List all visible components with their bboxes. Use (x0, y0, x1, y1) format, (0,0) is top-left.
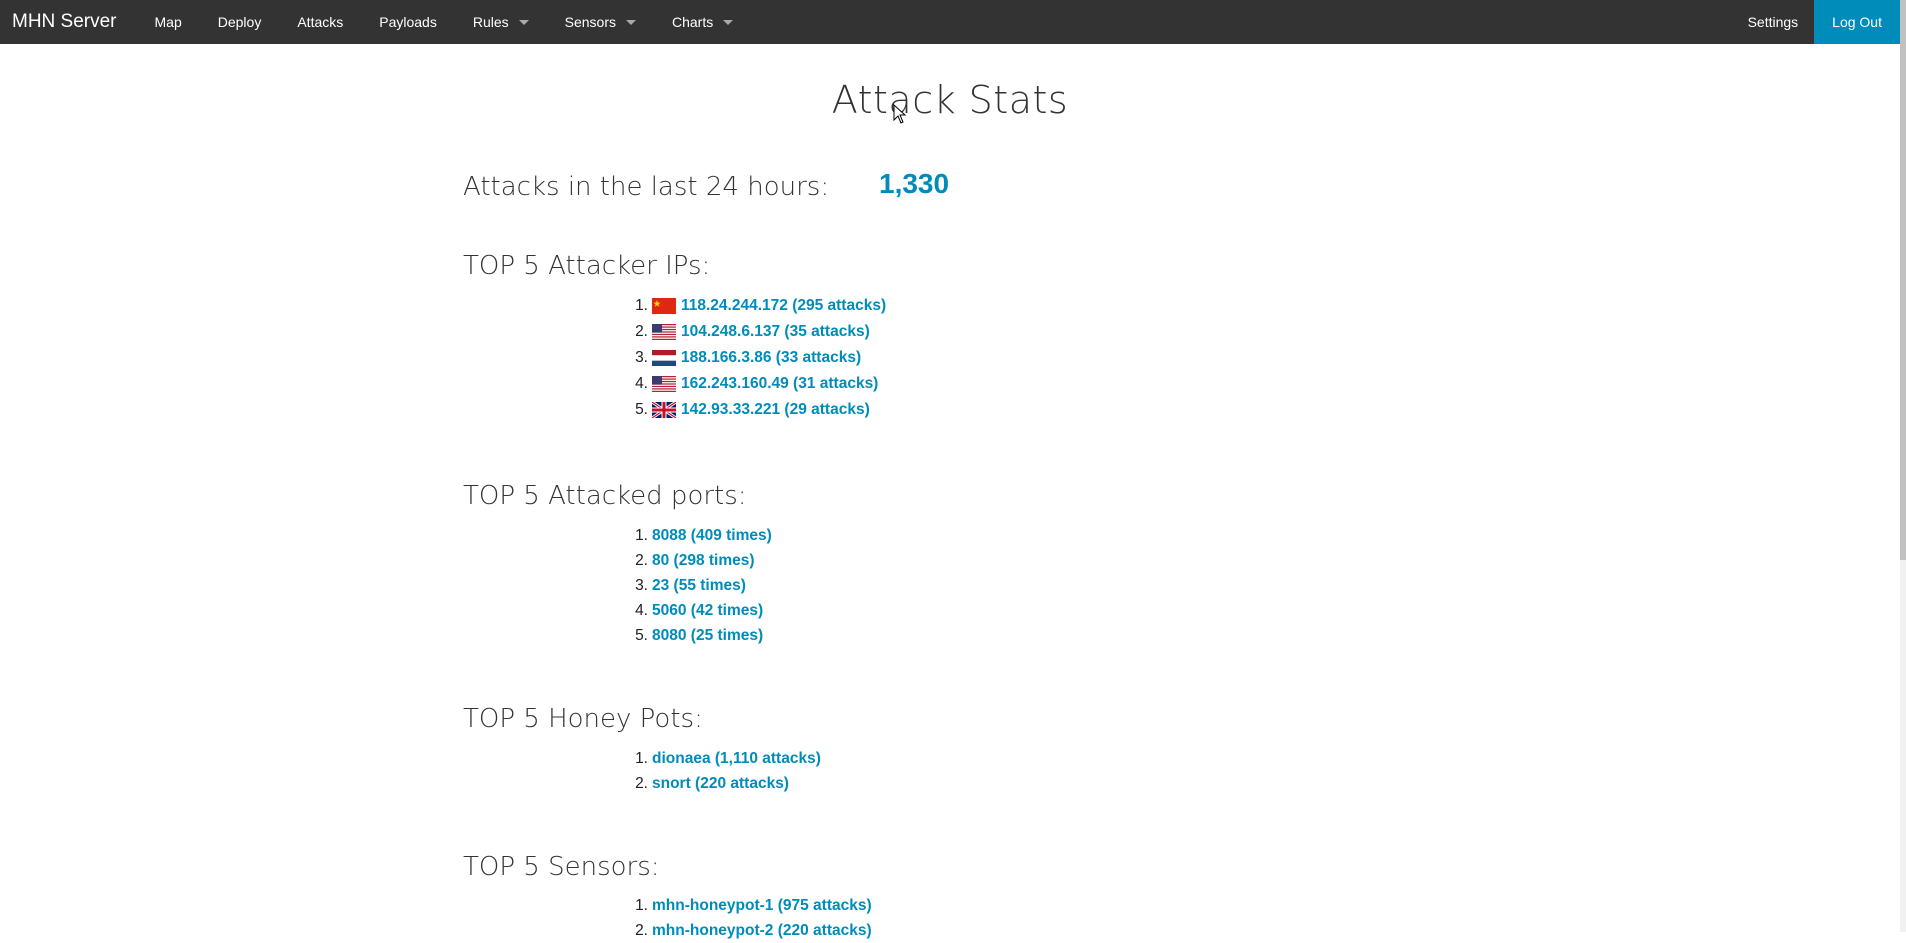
list-number: 2. (635, 774, 648, 792)
main-nav: Map Deploy Attacks Payloads Rules Sensor… (137, 0, 752, 44)
attacker-ip-link[interactable]: 118.24.244.172 (295 attacks) (681, 297, 886, 315)
us-flag-icon (652, 324, 676, 340)
list-number: 3. (635, 576, 648, 594)
list-number: 4. (635, 375, 648, 392)
nav-right: Settings Log Out (1732, 0, 1900, 44)
list-item: 3. 23 (55 times) (635, 573, 772, 598)
honeypot-link[interactable]: dionaea (1,110 attacks) (652, 750, 821, 768)
port-link[interactable]: 8080 (25 times) (652, 627, 763, 645)
list-item: 1. dionaea (1,110 attacks) (635, 746, 821, 771)
list-number: 1. (635, 896, 648, 914)
list-item: 3. 188.166.3.86 (33 attacks) (635, 345, 886, 371)
list-item: 2. 80 (298 times) (635, 548, 772, 573)
caret-down-icon (723, 19, 734, 25)
list-number: 2. (635, 921, 648, 939)
caret-down-icon (626, 19, 636, 25)
attacker-ip-link[interactable]: 188.166.3.86 (33 attacks) (681, 349, 861, 367)
brand-link[interactable]: MHN Server (0, 0, 129, 44)
list-item: 4. 162.243.160.49 (31 attacks) (635, 371, 886, 397)
settings-link[interactable]: Settings (1732, 0, 1815, 44)
list-item: 4. 5060 (42 times) (635, 598, 772, 623)
nav-sensors-dropdown[interactable]: Sensors (547, 0, 654, 44)
nav-deploy-label: Deploy (217, 14, 262, 30)
top-ports-heading: TOP 5 Attacked ports: (463, 481, 747, 511)
top-navbar: MHN Server Map Deploy Attacks Payloads R… (0, 0, 1900, 44)
nav-charts-label: Charts (672, 14, 714, 30)
us-flag-icon (652, 376, 676, 392)
logout-button[interactable]: Log Out (1814, 0, 1900, 44)
nav-attacks[interactable]: Attacks (279, 0, 361, 44)
nav-map[interactable]: Map (137, 0, 200, 44)
list-number: 5. (635, 626, 648, 644)
port-link[interactable]: 23 (55 times) (652, 577, 746, 595)
list-item: 2. mhn-honeypot-2 (220 attacks) (635, 918, 872, 943)
nav-map-label: Map (154, 14, 182, 30)
nav-attacks-label: Attacks (297, 14, 344, 30)
list-item: 2. 104.248.6.137 (35 attacks) (635, 319, 886, 345)
attacker-ip-link[interactable]: 104.248.6.137 (35 attacks) (681, 323, 870, 341)
last24-label: Attacks in the last 24 hours: (463, 172, 830, 202)
scrollbar-thumb[interactable] (1900, 0, 1906, 560)
nl-flag-icon (652, 350, 676, 366)
top-honeypots-heading: TOP 5 Honey Pots: (463, 704, 703, 734)
list-item: 1. 118.24.244.172 (295 attacks) (635, 293, 886, 319)
last24-count[interactable]: 1,330 (879, 168, 949, 200)
sensor-link[interactable]: mhn-honeypot-2 (220 attacks) (652, 922, 872, 940)
nav-charts-dropdown[interactable]: Charts (654, 0, 751, 44)
list-number: 5. (635, 401, 648, 418)
honeypot-link[interactable]: snort (220 attacks) (652, 775, 789, 793)
nav-sensors-label: Sensors (564, 14, 616, 30)
cn-flag-icon (652, 298, 676, 314)
top-ports-list: 1. 8088 (409 times) 2. 80 (298 times) 3. 23… (635, 523, 772, 648)
nav-deploy[interactable]: Deploy (200, 0, 280, 44)
mouse-cursor-icon (893, 104, 907, 124)
top-ips-list: 1. 118.24.244.172 (295 attacks) 2. 104.2… (635, 293, 886, 423)
caret-down-icon (518, 19, 529, 25)
nav-rules-dropdown[interactable]: Rules (455, 0, 547, 44)
gb-flag-icon (652, 402, 676, 418)
list-item: 5. 142.93.33.221 (29 attacks) (635, 397, 886, 423)
list-item: 5. 8080 (25 times) (635, 623, 772, 648)
top-honeypots-list: 1. dionaea (1,110 attacks) 2. snort (220 a… (635, 746, 821, 796)
sensor-link[interactable]: mhn-honeypot-1 (975 attacks) (652, 897, 872, 915)
port-link[interactable]: 80 (298 times) (652, 552, 755, 570)
list-number: 1. (635, 749, 648, 767)
vertical-scrollbar[interactable] (1900, 0, 1906, 932)
top-sensors-list: 1. mhn-honeypot-1 (975 attacks) 2. mhn-hon… (635, 893, 872, 943)
list-number: 2. (635, 323, 648, 340)
attacker-ip-link[interactable]: 162.243.160.49 (31 attacks) (681, 375, 878, 393)
list-item: 1. 8088 (409 times) (635, 523, 772, 548)
list-number: 3. (635, 349, 648, 366)
list-item: 2. snort (220 attacks) (635, 771, 821, 796)
top-ips-heading: TOP 5 Attacker IPs: (463, 251, 711, 281)
port-link[interactable]: 5060 (42 times) (652, 602, 763, 620)
list-number: 1. (635, 526, 648, 544)
port-link[interactable]: 8088 (409 times) (652, 527, 772, 545)
nav-rules-label: Rules (472, 14, 509, 30)
list-number: 2. (635, 551, 648, 569)
nav-payloads-label: Payloads (379, 14, 437, 30)
list-number: 4. (635, 601, 648, 619)
page-title: Attack Stats (831, 78, 1069, 122)
attacker-ip-link[interactable]: 142.93.33.221 (29 attacks) (681, 401, 870, 419)
top-sensors-heading: TOP 5 Sensors: (463, 852, 660, 882)
list-number: 1. (635, 297, 648, 314)
list-item: 1. mhn-honeypot-1 (975 attacks) (635, 893, 872, 918)
nav-payloads[interactable]: Payloads (361, 0, 455, 44)
